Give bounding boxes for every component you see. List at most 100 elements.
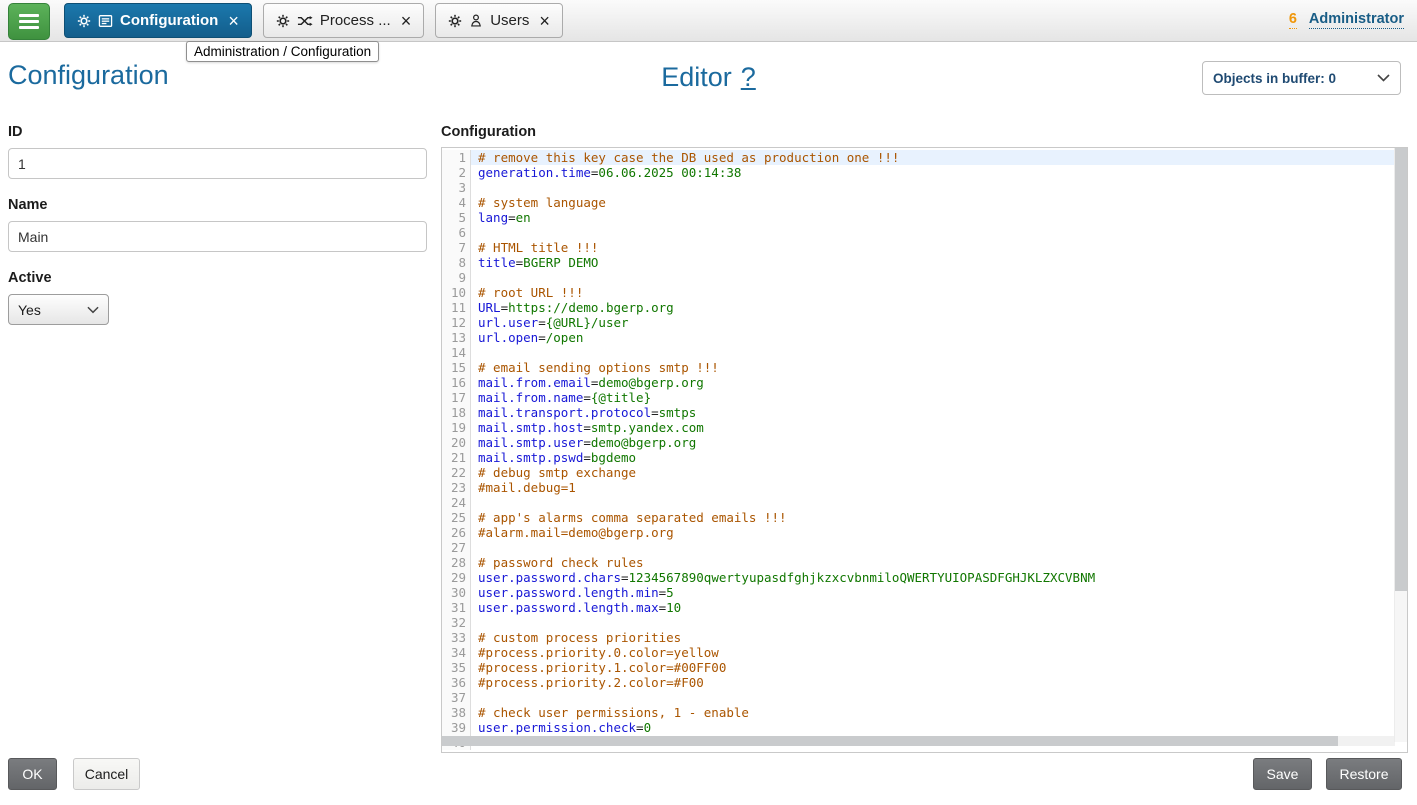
editor-line[interactable]: 1# remove this key case the DB used as p… bbox=[442, 150, 1407, 165]
code-line-text: # email sending options smtp !!! bbox=[471, 360, 1395, 375]
line-number: 28 bbox=[442, 555, 471, 570]
restore-button[interactable]: Restore bbox=[1326, 758, 1402, 790]
vertical-scrollbar-thumb[interactable] bbox=[1395, 148, 1407, 591]
editor-line[interactable]: 20mail.smtp.user=demo@bgerp.org bbox=[442, 435, 1407, 450]
tab-configuration[interactable]: Configuration × bbox=[64, 3, 252, 38]
editor-line[interactable]: 33# custom process priorities bbox=[442, 630, 1407, 645]
code-line-text: # custom process priorities bbox=[471, 630, 1395, 645]
editor-line[interactable]: 3 bbox=[442, 180, 1407, 195]
editor-line[interactable]: 21mail.smtp.pswd=bgdemo bbox=[442, 450, 1407, 465]
save-button[interactable]: Save bbox=[1253, 758, 1312, 790]
code-line-text: #process.priority.2.color=#F00 bbox=[471, 675, 1395, 690]
horizontal-scrollbar-thumb[interactable] bbox=[442, 736, 1338, 746]
editor-line[interactable]: 2generation.time=06.06.2025 00:14:38 bbox=[442, 165, 1407, 180]
line-number: 14 bbox=[442, 345, 471, 360]
line-number: 20 bbox=[442, 435, 471, 450]
editor-line[interactable]: 23#mail.debug=1 bbox=[442, 480, 1407, 495]
editor-line[interactable]: 10# root URL !!! bbox=[442, 285, 1407, 300]
code-line-text: # check user permissions, 1 - enable bbox=[471, 705, 1395, 720]
editor-line[interactable]: 32 bbox=[442, 615, 1407, 630]
editor-line[interactable]: 11URL=https://demo.bgerp.org bbox=[442, 300, 1407, 315]
configuration-editor-panel: Configuration 1# remove this key case th… bbox=[441, 124, 1408, 753]
editor-line[interactable]: 17mail.from.name={@title} bbox=[442, 390, 1407, 405]
tab-label: Process ... bbox=[320, 12, 391, 29]
code-line-text bbox=[471, 180, 1395, 195]
tab-tooltip: Administration / Configuration bbox=[186, 41, 379, 62]
editor-line[interactable]: 24 bbox=[442, 495, 1407, 510]
line-number: 36 bbox=[442, 675, 471, 690]
close-icon[interactable]: × bbox=[539, 12, 550, 30]
editor-line[interactable]: 6 bbox=[442, 225, 1407, 240]
editor-line[interactable]: 18mail.transport.protocol=smtps bbox=[442, 405, 1407, 420]
line-number: 8 bbox=[442, 255, 471, 270]
main-menu-button[interactable] bbox=[8, 3, 50, 40]
line-number: 1 bbox=[442, 150, 471, 165]
name-field[interactable] bbox=[8, 221, 427, 252]
editor-line[interactable]: 14 bbox=[442, 345, 1407, 360]
notification-count[interactable]: 6 bbox=[1289, 11, 1297, 29]
line-number: 26 bbox=[442, 525, 471, 540]
tab-process[interactable]: Process ... × bbox=[263, 3, 424, 38]
help-link[interactable]: ? bbox=[741, 62, 756, 92]
close-icon[interactable]: × bbox=[401, 12, 412, 30]
code-editor[interactable]: 1# remove this key case the DB used as p… bbox=[441, 147, 1408, 753]
cancel-button[interactable]: Cancel bbox=[73, 758, 140, 790]
user-link[interactable]: Administrator bbox=[1309, 11, 1404, 29]
line-number: 34 bbox=[442, 645, 471, 660]
vertical-scrollbar[interactable] bbox=[1394, 148, 1407, 742]
top-bar: Configuration × bbox=[0, 0, 1417, 42]
id-field[interactable] bbox=[8, 148, 427, 179]
hamburger-icon bbox=[19, 14, 39, 17]
editor-line[interactable]: 15# email sending options smtp !!! bbox=[442, 360, 1407, 375]
editor-line[interactable]: 37 bbox=[442, 690, 1407, 705]
ok-button[interactable]: OK bbox=[8, 758, 57, 790]
editor-line[interactable]: 25# app's alarms comma separated emails … bbox=[442, 510, 1407, 525]
line-number: 10 bbox=[442, 285, 471, 300]
code-line-text: title=BGERP DEMO bbox=[471, 255, 1395, 270]
editor-line[interactable]: 30user.password.length.min=5 bbox=[442, 585, 1407, 600]
editor-line[interactable]: 36#process.priority.2.color=#F00 bbox=[442, 675, 1407, 690]
shuffle-icon bbox=[297, 15, 313, 27]
editor-line[interactable]: 4# system language bbox=[442, 195, 1407, 210]
editor-line[interactable]: 7# HTML title !!! bbox=[442, 240, 1407, 255]
horizontal-scrollbar[interactable] bbox=[442, 736, 1395, 746]
editor-line[interactable]: 29user.password.chars=1234567890qwertyup… bbox=[442, 570, 1407, 585]
editor-line[interactable]: 16mail.from.email=demo@bgerp.org bbox=[442, 375, 1407, 390]
editor-line[interactable]: 13url.open=/open bbox=[442, 330, 1407, 345]
code-line-text: url.user={@URL}/user bbox=[471, 315, 1395, 330]
line-number: 16 bbox=[442, 375, 471, 390]
code-line-text: lang=en bbox=[471, 210, 1395, 225]
line-number: 18 bbox=[442, 405, 471, 420]
chevron-down-icon bbox=[1377, 74, 1390, 82]
line-number: 33 bbox=[442, 630, 471, 645]
code-line-text: #mail.debug=1 bbox=[471, 480, 1395, 495]
close-icon[interactable]: × bbox=[228, 12, 239, 30]
tab-users[interactable]: Users × bbox=[435, 3, 563, 38]
editor-line[interactable]: 35#process.priority.1.color=#00FF00 bbox=[442, 660, 1407, 675]
code-line-text: mail.smtp.pswd=bgdemo bbox=[471, 450, 1395, 465]
person-icon bbox=[469, 13, 483, 28]
code-line-text: user.password.length.min=5 bbox=[471, 585, 1395, 600]
line-number: 24 bbox=[442, 495, 471, 510]
editor-line[interactable]: 9 bbox=[442, 270, 1407, 285]
line-number: 7 bbox=[442, 240, 471, 255]
editor-line[interactable]: 34#process.priority.0.color=yellow bbox=[442, 645, 1407, 660]
active-select[interactable]: Yes bbox=[8, 294, 109, 325]
editor-line[interactable]: 8title=BGERP DEMO bbox=[442, 255, 1407, 270]
editor-line[interactable]: 26#alarm.mail=demo@bgerp.org bbox=[442, 525, 1407, 540]
line-number: 17 bbox=[442, 390, 471, 405]
editor-line[interactable]: 5lang=en bbox=[442, 210, 1407, 225]
editor-line[interactable]: 19mail.smtp.host=smtp.yandex.com bbox=[442, 420, 1407, 435]
editor-line[interactable]: 22# debug smtp exchange bbox=[442, 465, 1407, 480]
line-number: 23 bbox=[442, 480, 471, 495]
editor-line[interactable]: 31user.password.length.max=10 bbox=[442, 600, 1407, 615]
active-label: Active bbox=[8, 270, 427, 288]
objects-buffer-dropdown[interactable]: Objects in buffer: 0 bbox=[1202, 61, 1401, 95]
editor-line[interactable]: 12url.user={@URL}/user bbox=[442, 315, 1407, 330]
editor-line[interactable]: 38# check user permissions, 1 - enable bbox=[442, 705, 1407, 720]
editor-line[interactable]: 39user.permission.check=0 bbox=[442, 720, 1407, 735]
editor-line[interactable]: 28# password check rules bbox=[442, 555, 1407, 570]
code-line-text bbox=[471, 345, 1395, 360]
editor-line[interactable]: 27 bbox=[442, 540, 1407, 555]
line-number: 35 bbox=[442, 660, 471, 675]
